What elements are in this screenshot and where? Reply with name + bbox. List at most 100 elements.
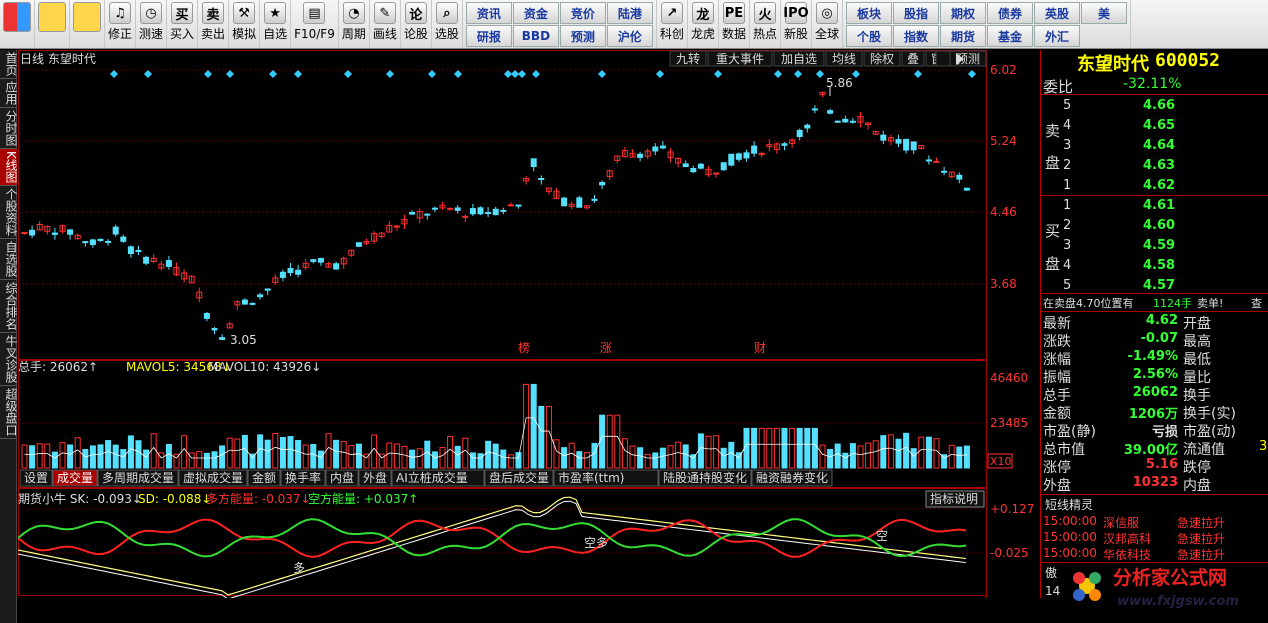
test-button[interactable]: ◷ 测速 (136, 0, 168, 48)
f10-button[interactable]: ▤ F10/F9 (291, 0, 339, 48)
quick-quick2-8[interactable]: 英股 (1034, 2, 1081, 24)
back-button[interactable] (35, 0, 70, 48)
pick-button[interactable]: ⌕ 选股 (432, 0, 463, 48)
nav-3[interactable]: K线图 (0, 149, 18, 186)
sell-button[interactable]: 卖卖出 (198, 0, 230, 48)
xingu-button[interactable]: IPO 新股 (781, 0, 812, 48)
vol-tab-2[interactable]: 多周期成交量 (102, 470, 174, 485)
forum-button[interactable]: 论论股 (401, 0, 432, 48)
buy-level: 4 (1063, 258, 1072, 273)
buy-button[interactable]: 买买入 (167, 0, 199, 48)
quick-quick2-4[interactable]: 期权 (940, 2, 987, 24)
nav-1[interactable]: 应用 (0, 79, 18, 108)
sprite-time: 15:00:00 (1043, 530, 1097, 544)
fav-button[interactable]: ★ 自选 (260, 0, 292, 48)
vol-tab-5[interactable]: 换手率 (285, 470, 321, 485)
chart-btn-1[interactable]: 重大事件 (716, 52, 764, 66)
nav-2[interactable]: 分时图 (0, 108, 18, 149)
candle-body (424, 213, 431, 216)
quick-quick2-5[interactable]: 期货 (940, 25, 987, 47)
price-tick-label: 5.24 (990, 134, 1017, 148)
quick-quick2-10[interactable]: 美 (1081, 2, 1128, 24)
candle-body (963, 187, 970, 191)
nav-7[interactable]: 牛叉诊股 (0, 333, 18, 386)
vol-tab-9[interactable]: 盘后成交量 (489, 470, 549, 485)
forum-icon: 论 (404, 2, 427, 24)
volume-bar (576, 451, 583, 469)
sim-button[interactable]: ⚒ 模拟 (229, 0, 261, 48)
vol-tab-0[interactable]: 设置 (24, 471, 48, 485)
quick-quick2-7[interactable]: 基金 (987, 25, 1034, 47)
kecheng-button[interactable]: ↗ 科创 (657, 0, 688, 48)
chart-btn-4[interactable]: 除权 (870, 51, 894, 66)
chart-icon: ↗ (660, 2, 683, 24)
test-label: 测速 (139, 27, 164, 41)
vol-tab-1[interactable]: 成交量 (57, 470, 93, 485)
vol-tab-6[interactable]: 内盘 (330, 470, 354, 485)
price-tick-label: 6.02 (990, 63, 1017, 77)
quick-quick2-2[interactable]: 股指 (893, 2, 940, 24)
chart-btn-5[interactable]: 叠 (907, 52, 919, 66)
vol-tab-11[interactable]: 陆股通持股变化 (663, 470, 747, 485)
sell-label: 卖出 (201, 27, 226, 41)
quick-quick1-4[interactable]: 竞价 (559, 2, 606, 24)
volume-bar (219, 445, 226, 469)
vol-tab-12[interactable]: 融资融券变化 (756, 470, 828, 485)
volume-bar (333, 439, 340, 469)
hammer-icon: ⚒ (233, 2, 256, 24)
period-button[interactable]: ◔ 周期 (339, 0, 370, 48)
quick-quick1-6[interactable]: 陆港 (606, 2, 653, 24)
sim-label: 模拟 (232, 27, 257, 41)
updown-button[interactable] (70, 0, 105, 48)
candle-body (21, 231, 28, 234)
home-logo-button[interactable] (0, 0, 35, 48)
nav-0[interactable]: 首页 (0, 50, 18, 79)
kline-chart[interactable]: 6.025.244.463.68日线 东望时代九转重大事件加自选均线除权叠窗预测… (17, 50, 1038, 613)
quick-quick1-1[interactable]: 研报 (465, 25, 512, 47)
draw-button[interactable]: ✎ 画线 (370, 0, 401, 48)
quick-quick1-2[interactable]: 资金 (512, 2, 559, 24)
volume-bar (89, 445, 96, 469)
fix-button[interactable]: ♫ 修正 (105, 0, 137, 48)
lock-icon[interactable] (935, 50, 951, 67)
stat-label: 外盘 (1043, 478, 1071, 494)
vol-tab-8[interactable]: AI立桩成交量 (396, 470, 468, 485)
sprite-name[interactable]: 汉邦高科 (1103, 530, 1151, 547)
nav-5[interactable]: 自选股 (0, 239, 18, 280)
indicator-help-button[interactable]: 指标说明 (930, 491, 978, 506)
quick-quick2-1[interactable]: 个股 (846, 25, 893, 47)
pencil-icon: ✎ (373, 2, 396, 24)
quick-quick2-9[interactable]: 外汇 (1034, 25, 1081, 47)
quick-quick1-3[interactable]: BBD (512, 25, 559, 47)
global-button[interactable]: ◎ 全球 (812, 0, 844, 48)
longhu-button[interactable]: 龙龙虎 (688, 0, 719, 48)
quick-quick2-6[interactable]: 债券 (987, 2, 1034, 24)
quick-quick1-7[interactable]: 沪伦 (606, 25, 653, 47)
vol-tab-10[interactable]: 市盈率(ttm) (558, 470, 624, 485)
redian-button[interactable]: 火热点 (750, 0, 781, 48)
quick2-grid: 板块 个股 股指 指数 期权 期货 债券 基金 英股 外汇美 (843, 0, 1132, 48)
chart-btn-3[interactable]: 均线 (832, 52, 856, 66)
quick-quick1-0[interactable]: 资讯 (465, 2, 512, 24)
candle-body (82, 241, 89, 244)
shuju-button[interactable]: PE 数据 (719, 0, 750, 48)
quick-quick1-5[interactable]: 预测 (559, 25, 606, 47)
nav-4[interactable]: 个股资料 (0, 186, 18, 239)
quick-quick2-3[interactable]: 指数 (893, 25, 940, 47)
buy-level: 1 (1063, 198, 1072, 213)
quick-quick2-0[interactable]: 板块 (846, 2, 893, 24)
vol-tab-4[interactable]: 金额 (252, 470, 276, 485)
notice-more[interactable]: 查 (1251, 295, 1262, 311)
chart-btn-2[interactable]: 加自选 (781, 52, 817, 66)
nav-6[interactable]: 综合排名 (0, 280, 18, 333)
kline-chart-area[interactable]: 6.025.244.463.68日线 东望时代九转重大事件加自选均线除权叠窗预测… (17, 50, 1038, 613)
vol-tab-7[interactable]: 外盘 (363, 470, 387, 485)
chart-btn-0[interactable]: 九转 (676, 51, 700, 66)
nav-8[interactable]: 超级盘口 (0, 386, 18, 439)
f10-label: F10/F9 (294, 27, 335, 41)
stat-value: 4.62 (1145, 313, 1178, 328)
sprite-name[interactable]: 深信服 (1103, 514, 1139, 531)
vol-tab-3[interactable]: 虚拟成交量 (183, 470, 243, 485)
sprite-name[interactable]: 华依科技 (1103, 546, 1151, 563)
sprite-event: 急速拉升 (1177, 516, 1226, 530)
